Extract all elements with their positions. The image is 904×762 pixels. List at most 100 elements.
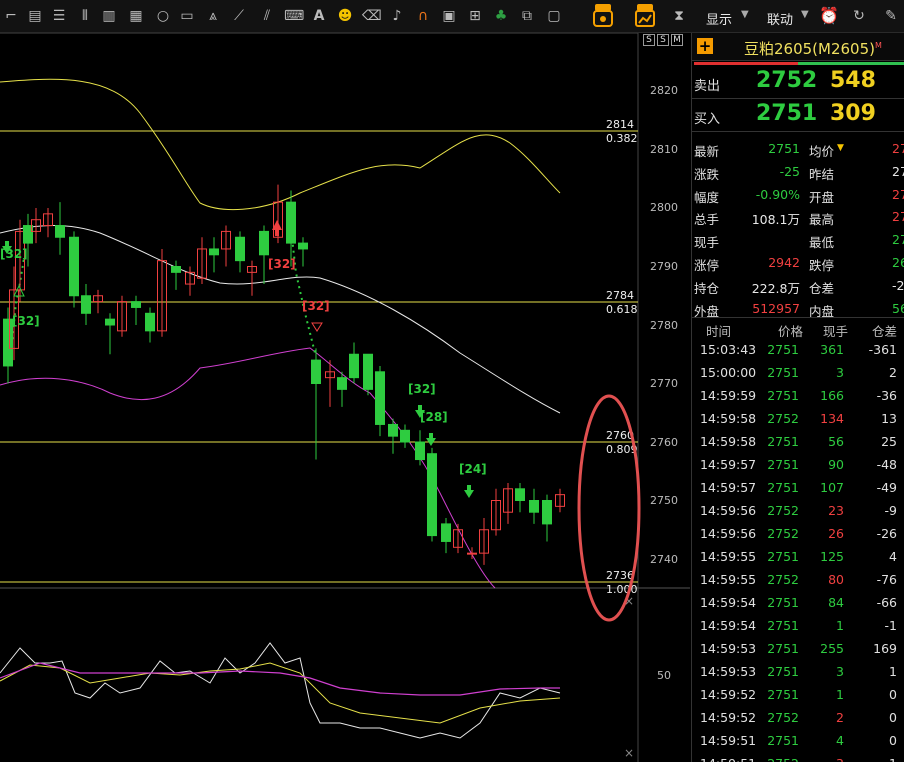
note-icon[interactable]: ▣ xyxy=(440,7,458,25)
tick-volume: 26 xyxy=(828,526,844,541)
keyboard-icon[interactable]: ⌨ xyxy=(284,7,304,25)
info-row: 现手 最低 27 xyxy=(692,229,904,252)
sub-y-tick-label: 50 xyxy=(657,669,671,682)
hollow-arrow-icon xyxy=(311,322,323,332)
table-row[interactable]: 14:59:51 2751 4 0 xyxy=(692,730,904,753)
tick-time: 14:59:52 xyxy=(700,687,757,702)
kline-chart[interactable]: × × 2814 0.382 2784 0.618 2760 0.809 2736 1.000 [3… xyxy=(0,33,690,762)
rows-icon[interactable]: ▦ xyxy=(127,7,145,25)
table-icon[interactable]: ▤ xyxy=(26,7,44,25)
table-row[interactable]: 14:59:54 2751 84 -66 xyxy=(692,592,904,615)
tick-volume: 166 xyxy=(820,388,844,403)
tick-oi-change: 2 xyxy=(889,365,897,380)
chart-canvas[interactable]: ××28140.38227840.61827600.80927361.000[3… xyxy=(0,33,690,762)
window-icon[interactable]: ▢ xyxy=(545,7,563,25)
tick-oi-change: 1 xyxy=(889,664,897,679)
info-value: -0.90% xyxy=(755,186,800,202)
tick-price: 2751 xyxy=(767,641,799,656)
screenshot-icon[interactable]: ⧉ xyxy=(518,7,536,25)
tick-time: 14:59:58 xyxy=(700,434,757,449)
candle-down xyxy=(131,301,141,308)
table-row[interactable]: 14:59:56 2752 23 -9 xyxy=(692,500,904,523)
col-time: 时间 xyxy=(706,324,732,339)
scale-button[interactable]: M xyxy=(671,34,683,46)
sell-arrow-icon xyxy=(467,485,471,491)
table-row[interactable]: 14:59:51 2752 3 -1 xyxy=(692,753,904,762)
vip-chart-icon[interactable] xyxy=(634,3,656,29)
table-row[interactable]: 14:59:54 2751 1 -1 xyxy=(692,615,904,638)
tick-price: 2751 xyxy=(767,388,799,403)
hourglass-icon[interactable]: ⧗ xyxy=(670,7,688,25)
tick-price: 2752 xyxy=(767,572,799,587)
candle-down xyxy=(427,453,437,537)
link-menu[interactable]: 联动 xyxy=(767,9,793,28)
alarm-icon[interactable]: ⏰ xyxy=(819,7,839,25)
columns-icon[interactable]: ▥ xyxy=(100,7,118,25)
table-row[interactable]: 14:59:58 2752 134 13 xyxy=(692,408,904,431)
table-row[interactable]: 14:59:56 2752 26 -26 xyxy=(692,523,904,546)
candle-down xyxy=(388,423,398,437)
display-menu[interactable]: 显示 xyxy=(706,9,732,28)
eraser-icon[interactable]: ⌫ xyxy=(362,7,382,25)
tick-oi-change: 13 xyxy=(881,411,897,426)
table-row[interactable]: 14:59:55 2752 80 -76 xyxy=(692,569,904,592)
info-row: 涨停 2942 跌停 26 xyxy=(692,252,904,275)
quote-header: + 豆粕2605(M2605)M xyxy=(692,33,904,61)
candle-down xyxy=(542,500,552,525)
vip-monitor-icon[interactable] xyxy=(592,3,614,29)
table-row[interactable]: 14:59:59 2751 166 -36 xyxy=(692,385,904,408)
table-row[interactable]: 14:59:53 2751 3 1 xyxy=(692,661,904,684)
table-row[interactable]: 15:00:00 2751 3 2 xyxy=(692,362,904,385)
table-row[interactable]: 14:59:52 2752 2 0 xyxy=(692,707,904,730)
col-volume: 现手 xyxy=(823,324,849,339)
buy-strength-bar xyxy=(798,62,904,65)
tick-oi-change: -361 xyxy=(868,342,897,357)
text-tool-icon[interactable]: A xyxy=(310,7,328,25)
cursor-icon[interactable]: ⌐ xyxy=(2,7,20,25)
table-row[interactable]: 14:59:53 2751 255 169 xyxy=(692,638,904,661)
info-value: 2942 xyxy=(768,255,800,270)
table-row[interactable]: 14:59:57 2751 90 -48 xyxy=(692,454,904,477)
smiley-icon[interactable]: ☻ xyxy=(336,7,354,25)
tick-volume: 80 xyxy=(828,572,844,587)
table-row[interactable]: 14:59:57 2751 107 -49 xyxy=(692,477,904,500)
tick-oi-change: -9 xyxy=(884,503,897,518)
bell-icon[interactable]: ♪ xyxy=(388,7,406,25)
y-tick-label: 2800 xyxy=(650,201,678,214)
info-row: 总手 108.1万最高 27 xyxy=(692,206,904,229)
tick-time: 14:59:56 xyxy=(700,526,757,541)
bars-icon[interactable]: ⦀ xyxy=(76,7,94,25)
fib-fan-icon[interactable]: ⩓ xyxy=(204,7,222,25)
abacus-icon[interactable]: ⊞ xyxy=(466,7,484,25)
table-row[interactable]: 15:03:43 2751 361 -361 xyxy=(692,339,904,362)
table-row[interactable]: 14:59:58 2751 56 25 xyxy=(692,431,904,454)
circle-icon[interactable]: ○ xyxy=(154,7,172,25)
table-row[interactable]: 14:59:55 2751 125 4 xyxy=(692,546,904,569)
add-icon[interactable]: + xyxy=(697,38,713,54)
fib-price-label: 2736 xyxy=(606,569,634,582)
info-key: 最低 xyxy=(809,235,835,251)
gann-fan-icon[interactable]: ⟋ xyxy=(230,7,248,25)
candle-down xyxy=(337,377,347,390)
list-icon[interactable]: ☰ xyxy=(50,7,68,25)
scale-button[interactable]: S xyxy=(657,34,669,46)
candle-down xyxy=(171,266,181,273)
clover-icon[interactable]: ♣ xyxy=(492,7,510,25)
rectangle-icon[interactable]: ▭ xyxy=(178,7,196,25)
info-value: 27 xyxy=(892,186,904,202)
channel-icon[interactable]: ⫽ xyxy=(258,7,276,25)
table-row[interactable]: 14:59:52 2751 1 0 xyxy=(692,684,904,707)
signal-label: [32] xyxy=(408,382,436,396)
pen-icon[interactable]: ✎ xyxy=(882,7,900,25)
scale-button[interactable]: S xyxy=(643,34,655,46)
tick-price: 2751 xyxy=(767,664,799,679)
quote-panel: + 豆粕2605(M2605)M 卖出 2752 548 买入 2751 309… xyxy=(691,33,904,762)
tick-oi-change: 0 xyxy=(889,733,897,748)
bid-row: 买入 2751 309 xyxy=(692,99,904,132)
sell-strength-bar xyxy=(694,62,798,65)
info-value: 27 xyxy=(892,163,904,179)
tick-volume: 4 xyxy=(836,733,844,748)
refresh-icon[interactable]: ↻ xyxy=(850,7,868,25)
tick-oi-change: -36 xyxy=(876,388,897,403)
magnet-icon[interactable]: ∩ xyxy=(414,7,432,25)
